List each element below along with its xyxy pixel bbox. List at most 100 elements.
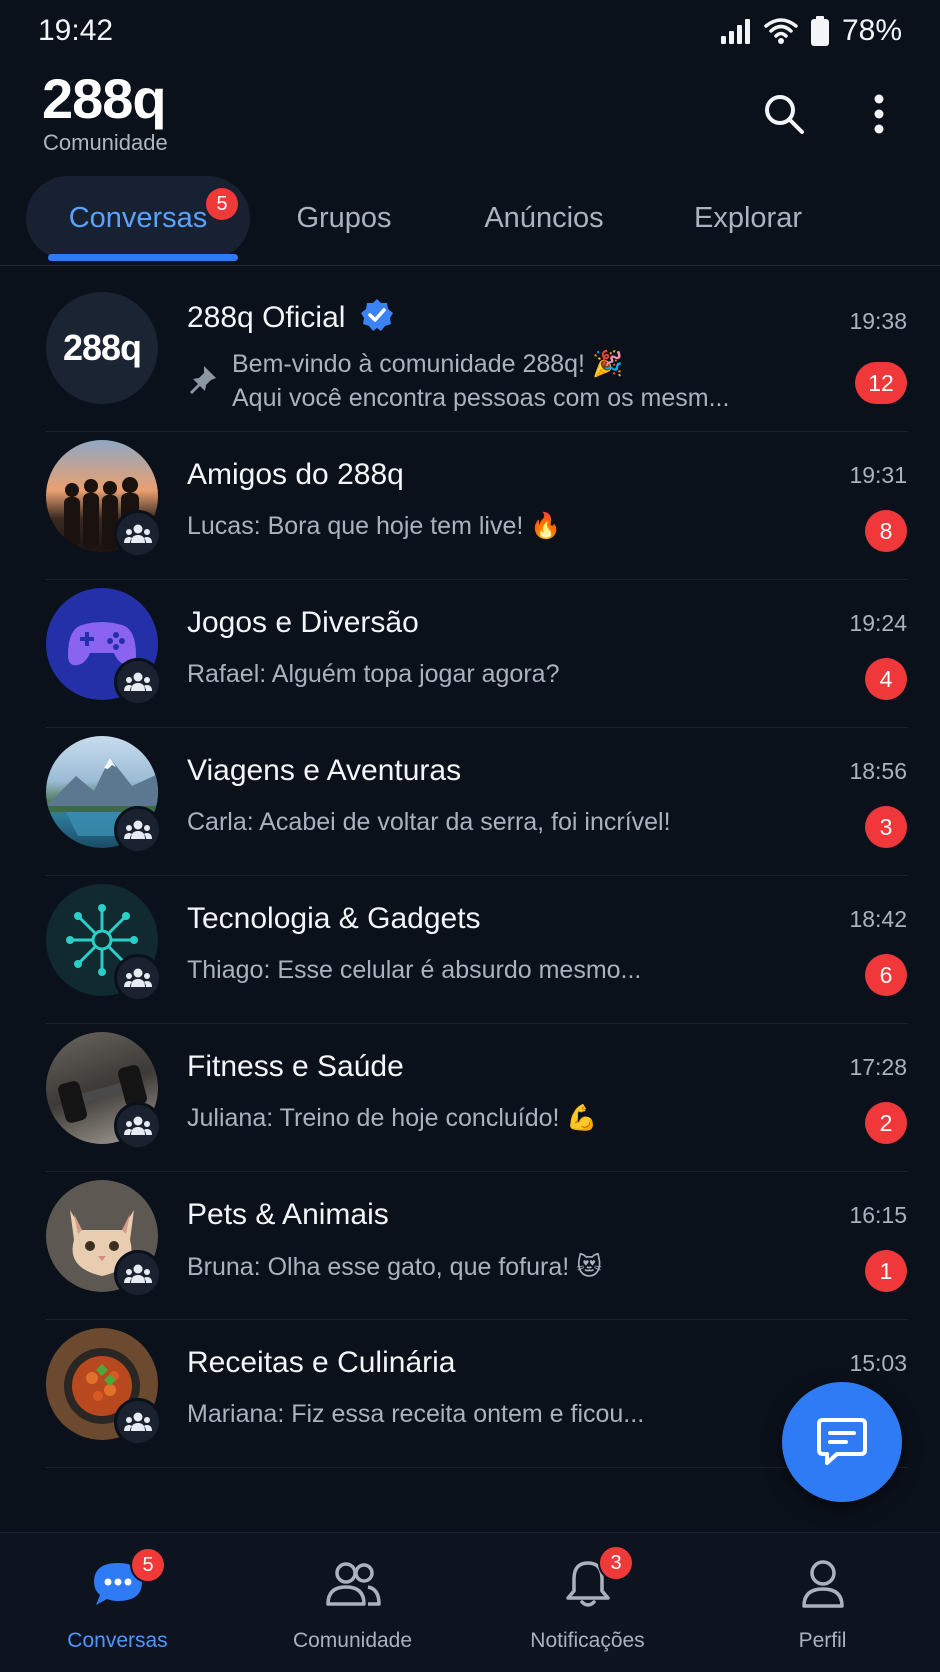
chat-item-fitness[interactable]: Fitness e Saúde Juliana: Treino de hoje … <box>0 1024 940 1172</box>
group-icon <box>124 1116 152 1135</box>
chat-item-pets[interactable]: Pets & Animais Bruna: Olha esse gato, qu… <box>0 1172 940 1320</box>
group-badge <box>114 954 162 1002</box>
group-badge <box>114 1398 162 1446</box>
chat-name: Jogos e Diversão <box>187 606 419 639</box>
chat-preview: Juliana: Treino de hoje concluído! 💪 <box>187 1104 598 1132</box>
nav-conversas[interactable]: 5 Conversas <box>0 1533 235 1672</box>
group-badge <box>114 510 162 558</box>
group-icon <box>124 968 152 987</box>
app-screen: 19:42 78% 288q Comunidade Conversas 5 Gr… <box>0 0 940 1672</box>
chat-name: Viagens e Aventuras <box>187 754 462 787</box>
chat-item-amigos[interactable]: Amigos do 288q Lucas: Bora que hoje tem … <box>0 432 940 580</box>
signal-icon <box>720 19 750 44</box>
app-title: 288q <box>42 67 167 130</box>
nav-label: Notificações <box>530 1629 645 1652</box>
group-icon <box>124 524 152 543</box>
chat-preview: Rafael: Alguém topa jogar agora? <box>187 660 560 688</box>
nav-comunidade[interactable]: Comunidade <box>235 1533 470 1672</box>
tab-label: Explorar <box>694 201 802 234</box>
group-icon <box>124 1264 152 1283</box>
nav-label: Perfil <box>798 1629 847 1652</box>
tab-label: Conversas <box>68 201 208 234</box>
wifi-icon <box>764 18 798 44</box>
chat-name: Receitas e Culinária <box>187 1346 456 1379</box>
tab-bar: Conversas 5 Grupos Anúncios Explorar <box>0 176 940 266</box>
chat-time: 15:03 <box>849 1350 907 1376</box>
active-tab-indicator <box>48 254 238 261</box>
chat-time: 19:24 <box>849 610 907 636</box>
unread-badge: 12 <box>855 362 907 404</box>
chat-preview: Bruna: Olha esse gato, que fofura! 😻 <box>187 1253 603 1281</box>
people-icon <box>325 1562 381 1606</box>
chat-name: Pets & Animais <box>187 1198 389 1231</box>
divider <box>46 1467 908 1468</box>
chat-name-row: 288q Oficial <box>187 298 394 335</box>
battery-percent: 78% <box>841 14 902 47</box>
group-icon <box>124 672 152 691</box>
chat-time: 16:15 <box>849 1202 907 1228</box>
tab-grupos[interactable]: Grupos <box>268 176 420 260</box>
avatar: 288q <box>46 292 158 404</box>
status-time: 19:42 <box>38 14 114 47</box>
tab-unread-badge: 5 <box>206 188 238 220</box>
chat-preview: Mariana: Fiz essa receita ontem e ficou.… <box>187 1400 645 1428</box>
group-badge <box>114 1102 162 1150</box>
chat-name: Amigos do 288q <box>187 458 404 491</box>
chat-time: 18:56 <box>849 758 907 784</box>
app-subtitle: Comunidade <box>43 130 168 155</box>
chat-name: 288q Oficial <box>187 301 346 334</box>
nav-label: Conversas <box>67 1629 168 1652</box>
chat-preview: Thiago: Esse celular é absurdo mesmo... <box>187 956 642 984</box>
chat-preview: Lucas: Bora que hoje tem live! 🔥 <box>187 512 562 540</box>
tab-anuncios[interactable]: Anúncios <box>458 176 630 260</box>
tab-explorar[interactable]: Explorar <box>660 176 836 260</box>
more-vertical-icon <box>874 94 884 134</box>
tab-label: Anúncios <box>484 201 604 234</box>
nav-label: Comunidade <box>292 1629 413 1652</box>
chat-item-tecnologia[interactable]: Tecnologia & Gadgets Thiago: Esse celula… <box>0 876 940 1024</box>
chat-item-jogos[interactable]: Jogos e Diversão Rafael: Alguém topa jog… <box>0 580 940 728</box>
unread-badge: 6 <box>865 954 907 996</box>
nav-notificacoes[interactable]: 3 Notificações <box>470 1533 705 1672</box>
avatar-logo-text: 288q <box>62 327 142 368</box>
status-icons: 78% <box>720 14 902 48</box>
profile-icon <box>801 1560 844 1608</box>
nav-icon-wrap <box>793 1557 853 1611</box>
unread-badge: 4 <box>865 658 907 700</box>
nav-perfil[interactable]: Perfil <box>705 1533 940 1672</box>
pin-icon <box>190 366 216 394</box>
tab-label: Grupos <box>296 201 392 234</box>
chat-preview-second-line: Aqui você encontra pessoas com os mesm..… <box>232 384 730 412</box>
chat-name: Tecnologia & Gadgets <box>187 902 481 935</box>
unread-badge: 1 <box>865 1250 907 1292</box>
group-icon <box>124 820 152 839</box>
chat-time: 19:31 <box>849 462 907 488</box>
group-icon <box>124 1412 152 1431</box>
chat-preview: Carla: Acabei de voltar da serra, foi in… <box>187 808 671 836</box>
chat-time: 19:38 <box>849 308 907 334</box>
new-message-icon <box>817 1418 867 1465</box>
unread-badge: 8 <box>865 510 907 552</box>
chat-preview: Bem-vindo à comunidade 288q! 🎉 <box>232 350 624 378</box>
status-bar: 19:42 78% <box>0 0 940 60</box>
chat-name: Fitness e Saúde <box>187 1050 404 1083</box>
more-options-button[interactable] <box>851 86 907 142</box>
new-message-fab[interactable] <box>782 1382 902 1502</box>
search-icon <box>765 95 804 134</box>
battery-icon <box>810 16 829 46</box>
nav-badge: 3 <box>598 1545 634 1581</box>
chat-list: 288q 288q Oficial Bem-vindo à comunidade… <box>0 286 940 1468</box>
group-badge <box>114 1250 162 1298</box>
unread-badge: 3 <box>865 806 907 848</box>
verified-icon <box>360 299 393 331</box>
nav-badge: 5 <box>130 1547 166 1583</box>
chat-time: 18:42 <box>849 906 907 932</box>
nav-icon-wrap <box>323 1557 383 1611</box>
group-badge <box>114 806 162 854</box>
unread-badge: 2 <box>865 1102 907 1144</box>
bottom-nav: 5 Conversas Comunidade 3 Notificações Pe… <box>0 1532 940 1672</box>
chat-item-288q-oficial[interactable]: 288q 288q Oficial Bem-vindo à comunidade… <box>0 286 940 432</box>
chat-item-viagens[interactable]: Viagens e Aventuras Carla: Acabei de vol… <box>0 728 940 876</box>
search-button[interactable] <box>756 86 812 142</box>
group-badge <box>114 658 162 706</box>
